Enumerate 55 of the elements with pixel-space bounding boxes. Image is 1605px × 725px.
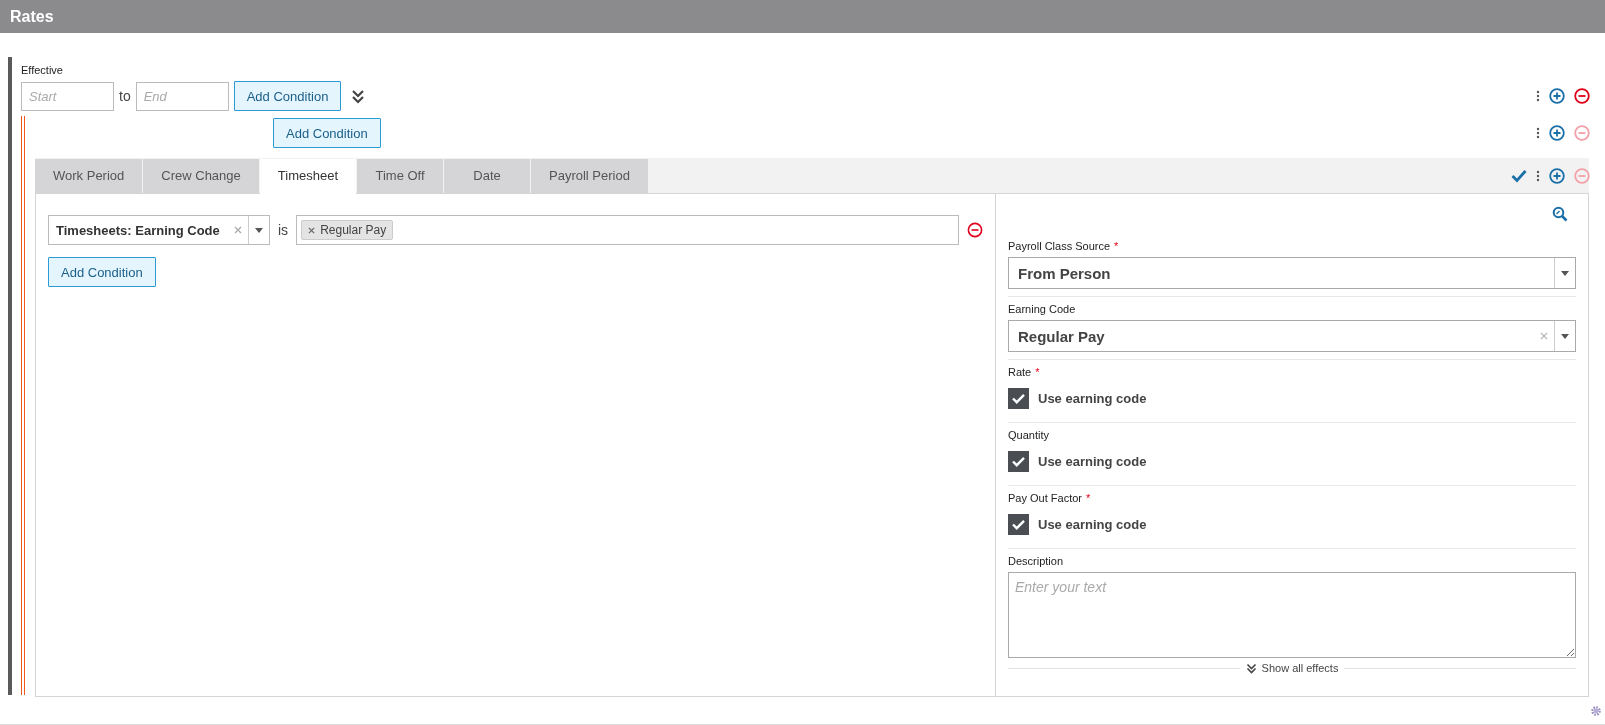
- field-label: Pay Out Factor: [1008, 492, 1082, 504]
- operator-label: is: [278, 222, 289, 238]
- required-mark: *: [1086, 492, 1091, 504]
- select-field[interactable]: Regular Pay: [1008, 320, 1576, 352]
- field-label: Rate: [1008, 366, 1032, 378]
- remove-tag-icon[interactable]: [308, 226, 316, 234]
- field-select[interactable]: Timesheets: Earning Code: [48, 215, 270, 245]
- value-tag[interactable]: Regular Pay: [301, 220, 394, 240]
- more-icon[interactable]: [1536, 90, 1540, 102]
- more-icon[interactable]: [1536, 127, 1540, 139]
- required-mark: *: [1114, 240, 1119, 252]
- tag-text: Regular Pay: [320, 223, 387, 237]
- add-condition-button[interactable]: Add Condition: [233, 81, 342, 111]
- add-icon[interactable]: [1549, 167, 1565, 184]
- description-field[interactable]: Enter your text: [1008, 572, 1576, 658]
- add-icon[interactable]: [1549, 88, 1565, 104]
- checkbox-label: Use earning code: [1038, 517, 1147, 532]
- checkbox[interactable]: [1008, 388, 1029, 409]
- add-condition-button[interactable]: Add Condition: [48, 257, 156, 287]
- checkbox-label: Use earning code: [1038, 454, 1147, 469]
- field-label: Quantity: [1008, 429, 1049, 441]
- start-date-field[interactable]: Start: [21, 81, 114, 111]
- expand-icon[interactable]: [350, 88, 367, 104]
- end-date-field[interactable]: End: [135, 81, 229, 111]
- remove-icon[interactable]: [1574, 88, 1590, 104]
- remove-icon[interactable]: [967, 222, 983, 238]
- chevron-icon: [1245, 662, 1257, 674]
- tab[interactable]: Payroll Period: [531, 159, 648, 193]
- caret-icon: [1561, 270, 1569, 276]
- select-field[interactable]: From Person: [1008, 257, 1576, 289]
- required-mark: *: [1035, 366, 1040, 378]
- show-all-effects-link[interactable]: Show all effects: [1245, 662, 1339, 674]
- add-icon[interactable]: [1549, 125, 1565, 141]
- checkbox[interactable]: [1008, 451, 1029, 472]
- caret-icon: [1561, 333, 1569, 339]
- value-field[interactable]: Regular Pay: [296, 215, 959, 245]
- tab[interactable]: Time Off: [357, 159, 443, 193]
- tab[interactable]: Crew Change: [143, 159, 259, 193]
- checkbox[interactable]: [1008, 514, 1029, 535]
- tab[interactable]: Timesheet: [259, 159, 356, 194]
- zoom-icon[interactable]: [1552, 206, 1568, 222]
- add-condition-button[interactable]: Add Condition: [273, 118, 381, 148]
- effective-label: Effective: [21, 64, 64, 76]
- more-icon[interactable]: [1536, 169, 1540, 182]
- tab[interactable]: Work Period: [35, 159, 143, 193]
- field-label: Description: [1008, 555, 1064, 567]
- tab[interactable]: Date: [444, 159, 530, 193]
- page-title: Rates: [10, 7, 54, 26]
- field-label: Earning Code: [1008, 303, 1076, 315]
- to-label: to: [119, 88, 131, 104]
- gear-icon[interactable]: [1590, 705, 1602, 717]
- checkbox-label: Use earning code: [1038, 391, 1147, 406]
- check-icon[interactable]: [1511, 168, 1527, 183]
- field-label: Payroll Class Source: [1008, 240, 1111, 252]
- caret-icon: [255, 227, 263, 233]
